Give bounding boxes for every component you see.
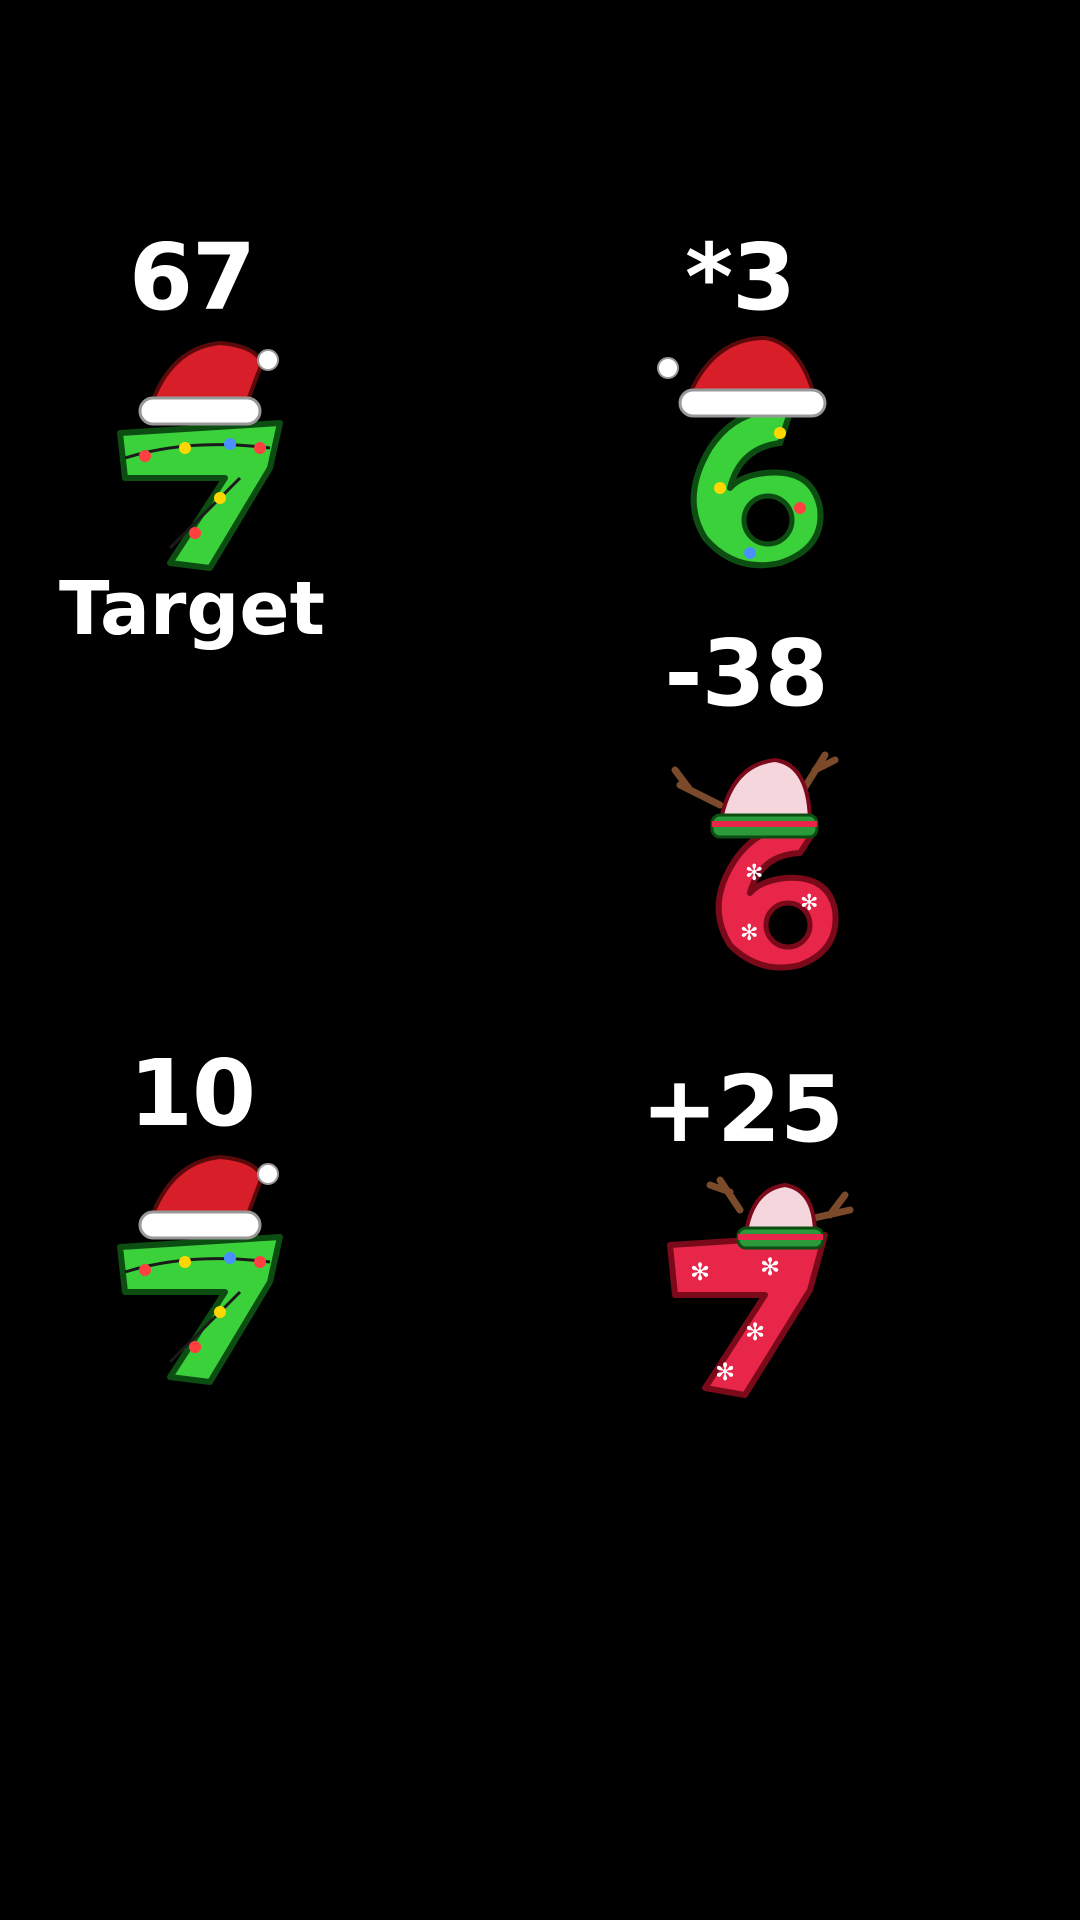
svg-text:✻: ✻ bbox=[745, 1318, 765, 1346]
red-six-reindeer-icon: ✻ ✻ ✻ bbox=[671, 751, 839, 971]
start-tile[interactable] bbox=[90, 1152, 310, 1392]
svg-text:✻: ✻ bbox=[690, 1258, 710, 1286]
green-six-santa-hat-icon bbox=[657, 335, 827, 569]
svg-text:✻: ✻ bbox=[800, 891, 818, 916]
green-seven-santa-hat-icon bbox=[117, 1154, 283, 1385]
target-caption: Target bbox=[59, 566, 325, 652]
operation-multiply-tile[interactable] bbox=[640, 335, 860, 578]
target-value: 67 bbox=[128, 224, 256, 331]
green-seven-santa-hat-icon bbox=[117, 340, 283, 571]
svg-text:✻: ✻ bbox=[760, 1253, 780, 1281]
operation-add-tile[interactable]: ✻ ✻ ✻ ✻ bbox=[650, 1170, 870, 1410]
target-tile[interactable] bbox=[90, 338, 310, 578]
red-seven-reindeer-icon: ✻ ✻ ✻ ✻ bbox=[667, 1176, 854, 1398]
operation-add-label: +25 bbox=[640, 1056, 844, 1163]
svg-text:✻: ✻ bbox=[740, 921, 758, 946]
operation-subtract-tile[interactable]: ✻ ✻ ✻ bbox=[650, 735, 870, 975]
svg-text:✻: ✻ bbox=[715, 1358, 735, 1386]
svg-text:✻: ✻ bbox=[745, 861, 763, 886]
operation-subtract-label: -38 bbox=[664, 620, 828, 727]
start-value: 10 bbox=[128, 1040, 256, 1147]
operation-multiply-label: *3 bbox=[684, 224, 796, 331]
